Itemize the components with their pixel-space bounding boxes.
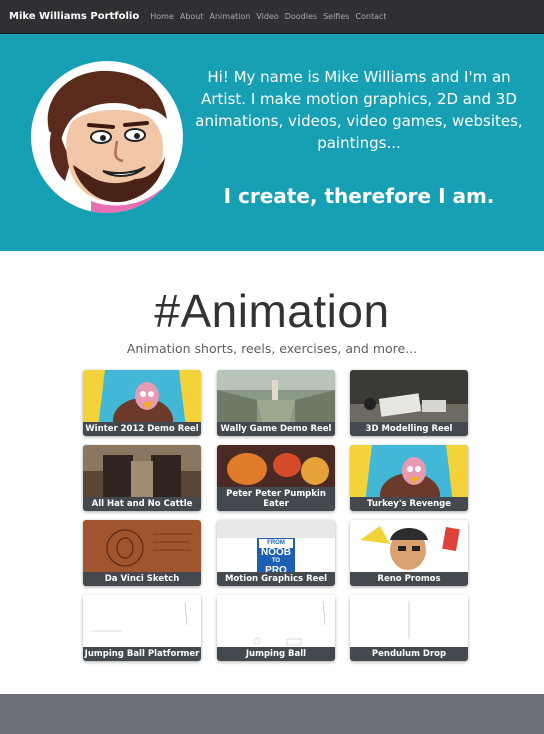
noob-to-pro-logo: FROM NOOB TO PRO — [257, 538, 295, 576]
card-peter-peter-pumpkin-eater[interactable]: Peter Peter Pumpkin Eater — [217, 445, 335, 511]
nav-doodles[interactable]: Doodles — [285, 12, 317, 21]
card-caption: Motion Graphics Reel — [217, 572, 335, 586]
card-caption: Turkey's Revenge — [350, 497, 468, 511]
section-title: #Animation — [154, 285, 390, 337]
card-caption: Wally Game Demo Reel — [217, 422, 335, 436]
card-reno-promos[interactable]: Reno Promos — [350, 520, 468, 586]
card-motion-graphics-reel[interactable]: FROM NOOB TO PRO Motion Graphics Reel — [217, 520, 335, 586]
section-subtitle: Animation shorts, reels, exercises, and … — [126, 341, 418, 356]
card-da-vinci-sketch[interactable]: Da Vinci Sketch — [83, 520, 201, 586]
nav-animation[interactable]: Animation — [210, 12, 251, 21]
card-wally-game-demo-reel[interactable]: Wally Game Demo Reel — [217, 370, 335, 436]
card-caption: All Hat and No Cattle — [83, 497, 201, 511]
nav-about[interactable]: About — [180, 12, 204, 21]
nav-home[interactable]: Home — [150, 12, 174, 21]
card-caption: 3D Modelling Reel — [350, 422, 468, 436]
avatar — [31, 61, 183, 213]
brand-link[interactable]: Mike Williams Portfolio — [9, 11, 139, 22]
card-caption: Pendulum Drop — [350, 647, 468, 661]
card-winter-2012-demo-reel[interactable]: Winter 2012 Demo Reel — [83, 370, 201, 436]
page-footer — [0, 694, 544, 734]
card-turkeys-revenge[interactable]: Turkey's Revenge — [350, 445, 468, 511]
caricature-portrait — [47, 70, 171, 213]
animation-grid: Winter 2012 Demo Reel Wally Game Demo Re… — [83, 370, 469, 662]
card-jumping-ball[interactable]: Jumping Ball — [217, 595, 335, 661]
card-caption: Jumping Ball Platformer — [83, 647, 201, 661]
card-all-hat-and-no-cattle[interactable]: All Hat and No Cattle — [83, 445, 201, 511]
card-caption: Jumping Ball — [217, 647, 335, 661]
nav-contact[interactable]: Contact — [355, 12, 386, 21]
nav-video[interactable]: Video — [256, 12, 278, 21]
logo-noob: NOOB — [261, 547, 291, 558]
card-3d-modelling-reel[interactable]: 3D Modelling Reel — [350, 370, 468, 436]
card-caption: Peter Peter Pumpkin Eater — [217, 487, 335, 511]
hero-tagline: I create, therefore I am. — [223, 184, 495, 208]
top-navbar: Mike Williams Portfolio Home About Anima… — [0, 0, 544, 34]
card-caption: Reno Promos — [350, 572, 468, 586]
nav-selfies[interactable]: Selfies — [323, 12, 349, 21]
hero-intro-text: Hi! My name is Mike Williams and I'm an … — [195, 68, 523, 152]
card-caption: Winter 2012 Demo Reel — [83, 422, 201, 436]
card-caption: Da Vinci Sketch — [83, 572, 201, 586]
card-jumping-ball-platformer[interactable]: Jumping Ball Platformer — [83, 595, 201, 661]
hero-banner: Hi! My name is Mike Williams and I'm an … — [0, 34, 544, 251]
nav-links: Home About Animation Video Doodles Selfi… — [150, 12, 386, 21]
card-pendulum-drop[interactable]: Pendulum Drop — [350, 595, 468, 661]
